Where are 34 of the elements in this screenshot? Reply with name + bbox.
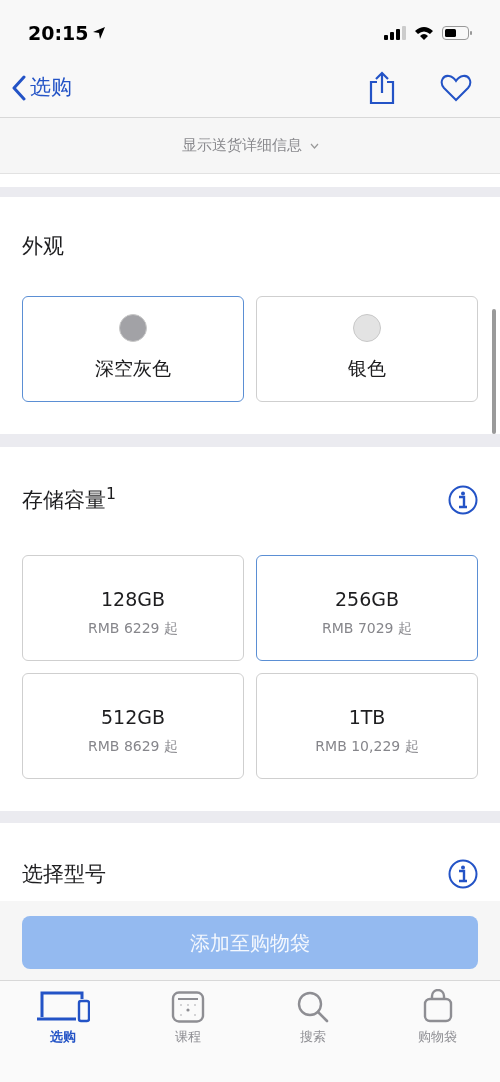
battery-icon — [442, 26, 472, 40]
storage-option[interactable]: 1TB RMB 10,229 起 — [256, 673, 478, 779]
price-label: RMB 8629 起 — [88, 736, 178, 756]
price-label: RMB 6229 起 — [88, 618, 178, 638]
capacity-label: 128GB — [101, 587, 165, 613]
bag-icon — [422, 989, 453, 1023]
info-icon[interactable] — [448, 485, 478, 516]
storage-option[interactable]: 256GB RMB 7029 起 — [256, 555, 478, 661]
section-title: 选择型号 — [22, 861, 106, 888]
back-button[interactable]: 选购 — [12, 71, 72, 104]
storage-option[interactable]: 512GB RMB 8629 起 — [22, 673, 244, 779]
share-icon[interactable] — [368, 70, 396, 105]
finish-option[interactable]: 银色 — [256, 295, 478, 402]
capacity-label: 512GB — [101, 705, 165, 731]
heart-icon[interactable] — [440, 73, 472, 102]
back-chevron-icon — [12, 74, 26, 101]
calendar-icon — [170, 991, 205, 1023]
chevron-down-icon — [309, 142, 319, 149]
search-icon — [295, 991, 330, 1023]
laptop-phone-icon — [35, 991, 90, 1023]
price-label: RMB 7029 起 — [322, 618, 412, 638]
capacity-label: 256GB — [335, 587, 399, 613]
storage-option[interactable]: 128GB RMB 6229 起 — [22, 555, 244, 661]
tab-bar-item[interactable]: 选购 — [0, 989, 125, 1047]
wifi-icon — [414, 26, 434, 40]
section-title: 存储容量$^{1}$ — [22, 484, 117, 514]
info-icon[interactable] — [448, 859, 478, 889]
capacity-label: 1TB — [348, 705, 386, 731]
price-label: RMB 10,229 起 — [315, 736, 419, 756]
section-title: 外观 — [22, 233, 65, 260]
location-arrow-icon — [92, 26, 107, 40]
finish-option[interactable]: 深空灰色 — [22, 295, 244, 402]
status-time: 20:15 — [28, 20, 89, 46]
signal-icon — [384, 26, 406, 40]
